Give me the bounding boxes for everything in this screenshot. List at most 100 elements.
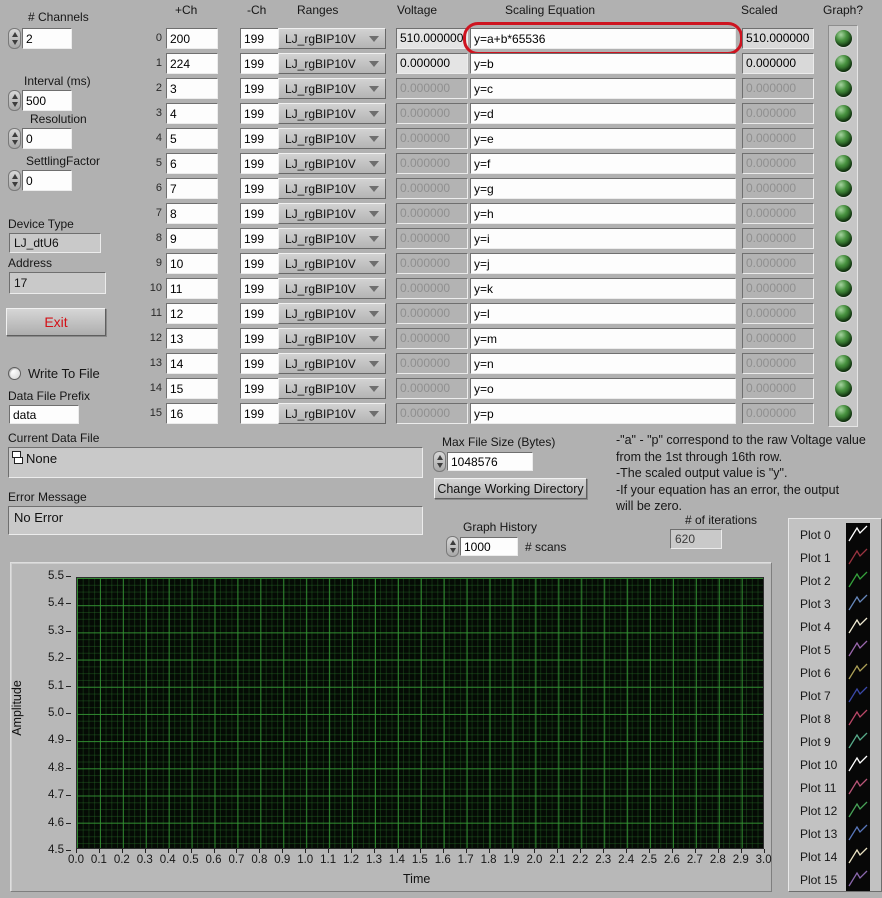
range-dropdown[interactable]: LJ_rgBIP10V: [278, 53, 386, 74]
graph-led-indicator[interactable]: [835, 130, 852, 147]
range-dropdown[interactable]: LJ_rgBIP10V: [278, 228, 386, 249]
interval-input[interactable]: [22, 90, 72, 111]
pos-ch-input[interactable]: [166, 228, 218, 249]
equation-input[interactable]: [470, 178, 736, 199]
graph-led-indicator[interactable]: [835, 105, 852, 122]
graph-led-indicator[interactable]: [835, 55, 852, 72]
graph-history-stepper[interactable]: [446, 536, 459, 557]
equation-input[interactable]: [470, 253, 736, 274]
pos-ch-input[interactable]: [166, 128, 218, 149]
legend-item[interactable]: Plot 15: [789, 868, 881, 891]
graph-led-indicator[interactable]: [835, 380, 852, 397]
legend-item[interactable]: Plot 6: [789, 661, 881, 684]
equation-input[interactable]: [470, 328, 736, 349]
graph-led-indicator[interactable]: [835, 405, 852, 422]
range-dropdown[interactable]: LJ_rgBIP10V: [278, 153, 386, 174]
resolution-stepper[interactable]: [8, 128, 21, 149]
equation-input[interactable]: [470, 353, 736, 374]
equation-input[interactable]: [470, 78, 736, 99]
legend-item[interactable]: Plot 10: [789, 753, 881, 776]
legend-item[interactable]: Plot 14: [789, 845, 881, 868]
pos-ch-input[interactable]: [166, 53, 218, 74]
range-dropdown[interactable]: LJ_rgBIP10V: [278, 178, 386, 199]
data-file-prefix-input[interactable]: [9, 405, 79, 424]
resolution-input[interactable]: [22, 128, 72, 149]
range-dropdown[interactable]: LJ_rgBIP10V: [278, 328, 386, 349]
legend-item[interactable]: Plot 9: [789, 730, 881, 753]
equation-input[interactable]: [470, 378, 736, 399]
max-file-size-stepper[interactable]: [433, 451, 446, 472]
current-data-file-field[interactable]: None: [8, 447, 423, 478]
legend-item[interactable]: Plot 5: [789, 638, 881, 661]
legend-item[interactable]: Plot 11: [789, 776, 881, 799]
pos-ch-input[interactable]: [166, 203, 218, 224]
range-dropdown[interactable]: LJ_rgBIP10V: [278, 28, 386, 49]
graph-led-indicator[interactable]: [835, 205, 852, 222]
equation-input[interactable]: [470, 303, 736, 324]
pos-ch-input[interactable]: [166, 353, 218, 374]
channels-input[interactable]: [22, 28, 72, 49]
range-dropdown[interactable]: LJ_rgBIP10V: [278, 103, 386, 124]
max-file-size-input[interactable]: [447, 452, 533, 471]
legend-item[interactable]: Plot 7: [789, 684, 881, 707]
range-dropdown[interactable]: LJ_rgBIP10V: [278, 353, 386, 374]
pos-ch-input[interactable]: [166, 278, 218, 299]
range-dropdown[interactable]: LJ_rgBIP10V: [278, 253, 386, 274]
settling-factor-input[interactable]: [22, 170, 72, 191]
pos-ch-input[interactable]: [166, 103, 218, 124]
plot-area[interactable]: [76, 577, 764, 849]
graph-led-indicator[interactable]: [835, 355, 852, 372]
legend-item[interactable]: Plot 8: [789, 707, 881, 730]
change-working-directory-button[interactable]: Change Working Directory: [434, 478, 587, 499]
pos-ch-input[interactable]: [166, 153, 218, 174]
write-to-file-radio[interactable]: [8, 367, 21, 380]
pos-ch-input[interactable]: [166, 328, 218, 349]
pos-ch-input[interactable]: [166, 78, 218, 99]
equation-input[interactable]: [470, 203, 736, 224]
range-dropdown[interactable]: LJ_rgBIP10V: [278, 203, 386, 224]
graph-led-indicator[interactable]: [835, 180, 852, 197]
equation-input[interactable]: [470, 403, 736, 424]
range-dropdown[interactable]: LJ_rgBIP10V: [278, 303, 386, 324]
range-dropdown[interactable]: LJ_rgBIP10V: [278, 278, 386, 299]
graph-led-indicator[interactable]: [835, 305, 852, 322]
graph-led-indicator[interactable]: [835, 80, 852, 97]
graph-led-indicator[interactable]: [835, 255, 852, 272]
equation-input[interactable]: [470, 228, 736, 249]
interval-stepper[interactable]: [8, 90, 21, 111]
device-type-value[interactable]: LJ_dtU6: [9, 233, 101, 253]
pos-ch-input[interactable]: [166, 253, 218, 274]
equation-input[interactable]: [470, 53, 736, 74]
graph-led-indicator[interactable]: [835, 330, 852, 347]
equation-input[interactable]: [470, 103, 736, 124]
range-dropdown[interactable]: LJ_rgBIP10V: [278, 403, 386, 424]
legend-item[interactable]: Plot 2: [789, 569, 881, 592]
graph-led-indicator[interactable]: [835, 155, 852, 172]
exit-button[interactable]: Exit: [6, 308, 106, 336]
graph-led-indicator[interactable]: [835, 280, 852, 297]
pos-ch-input[interactable]: [166, 303, 218, 324]
range-dropdown[interactable]: LJ_rgBIP10V: [278, 378, 386, 399]
settling-factor-stepper[interactable]: [8, 170, 21, 191]
legend-item[interactable]: Plot 3: [789, 592, 881, 615]
address-value[interactable]: 17: [9, 272, 106, 294]
legend-item[interactable]: Plot 0: [789, 523, 881, 546]
equation-input[interactable]: [470, 278, 736, 299]
graph-history-input[interactable]: [460, 537, 518, 556]
pos-ch-input[interactable]: [166, 378, 218, 399]
graph-led-indicator[interactable]: [835, 230, 852, 247]
equation-input[interactable]: [470, 128, 736, 149]
graph-led-indicator[interactable]: [835, 30, 852, 47]
range-dropdown[interactable]: LJ_rgBIP10V: [278, 78, 386, 99]
legend-item[interactable]: Plot 1: [789, 546, 881, 569]
pos-ch-input[interactable]: [166, 178, 218, 199]
pos-ch-input[interactable]: [166, 403, 218, 424]
equation-input[interactable]: [470, 153, 736, 174]
legend-item[interactable]: Plot 12: [789, 799, 881, 822]
channels-stepper[interactable]: [8, 28, 21, 49]
pos-ch-input[interactable]: [166, 28, 218, 49]
range-dropdown[interactable]: LJ_rgBIP10V: [278, 128, 386, 149]
legend-item[interactable]: Plot 4: [789, 615, 881, 638]
legend-item[interactable]: Plot 13: [789, 822, 881, 845]
equation-input[interactable]: [470, 28, 736, 49]
